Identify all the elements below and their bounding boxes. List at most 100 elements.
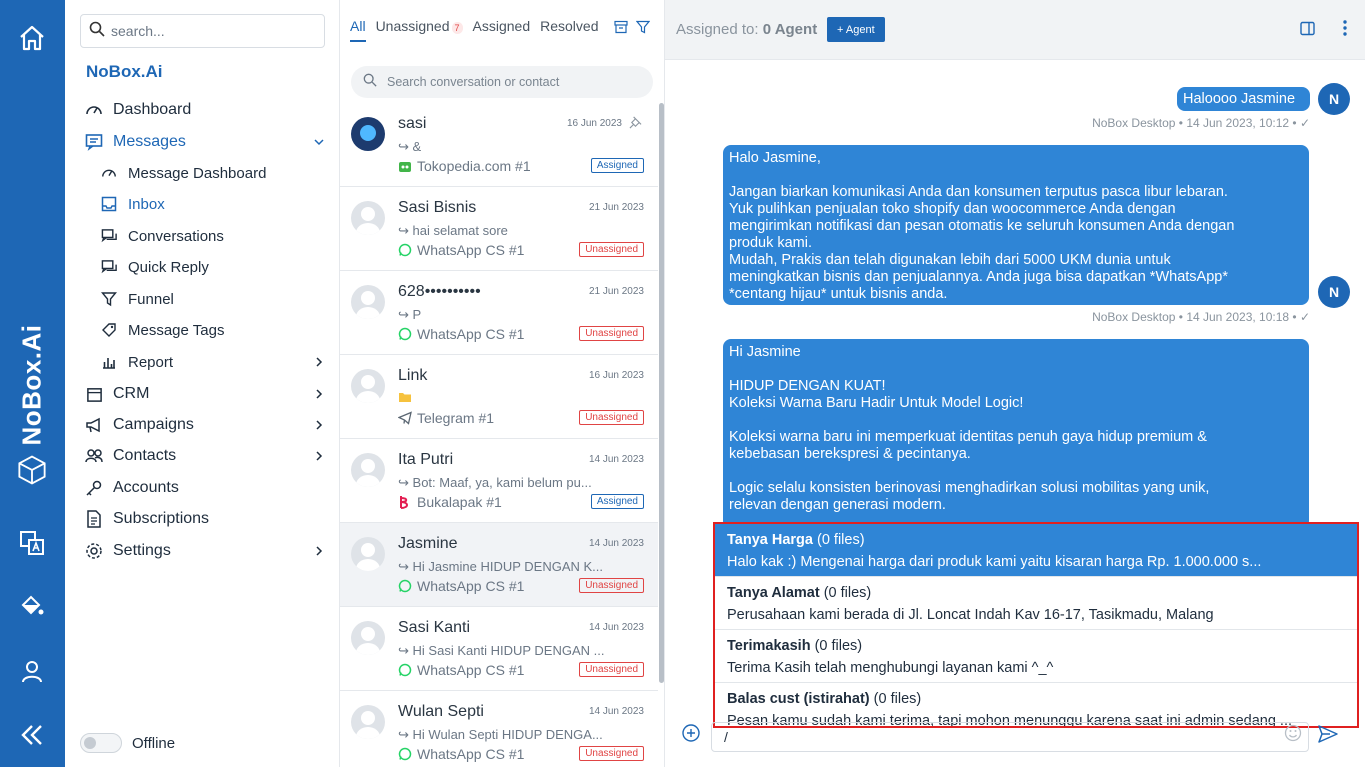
tokopedia-icon [398,159,412,173]
nav-quick-reply[interactable]: Quick Reply [100,255,209,279]
conversation-search[interactable] [351,66,653,98]
conversation-scrollbar[interactable] [659,103,664,683]
collapse-icon[interactable] [16,719,48,751]
bar-chart-icon [100,353,118,371]
folder-icon [398,391,412,406]
archive-icon[interactable] [614,20,628,34]
reply-icon: ↪ [398,559,409,574]
tab-assigned[interactable]: Assigned [473,18,531,34]
nav-funnel[interactable]: Funnel [100,287,174,311]
chevron-right-icon [316,420,323,430]
quick-reply-option[interactable]: Tanya Alamat (0 files) Perusahaan kami b… [715,577,1357,630]
nav-subscriptions[interactable]: Subscriptions [85,507,209,531]
quick-reply-popup: Tanya Harga (0 files) Halo kak :) Mengen… [713,522,1359,728]
channel-label: WhatsApp CS #1 [417,326,525,342]
active-tab-indicator [350,40,366,42]
conversation-item[interactable]: Sasi Kanti 14 Jun 2023 ↪ Hi Sasi Kanti H… [340,607,658,691]
nav-label: Message Dashboard [128,164,267,182]
conversation-date: 14 Jun 2023 [588,454,644,465]
message-bubble: Halo Jasmine, Jangan biarkan komunikasi … [723,145,1309,305]
paint-bucket-icon[interactable] [16,590,48,622]
chevron-right-icon [316,389,323,399]
chat-bubbles-icon [100,227,118,245]
channel-label: WhatsApp CS #1 [417,578,525,594]
conversation-panel: All Unassigned7 Assigned Resolved sasi 1… [340,0,665,767]
sidebar-search-input[interactable] [111,23,311,39]
preview-text: Hi Jasmine HIDUP DENGAN K... [412,559,603,574]
nav-inbox[interactable]: Inbox [100,192,165,216]
home-icon[interactable] [16,22,48,54]
conversation-date: 21 Jun 2023 [588,286,644,297]
conversation-date: 14 Jun 2023 [588,706,644,717]
conversation-search-input[interactable] [387,75,637,89]
sidebar: NoBox.Ai Dashboard Messages Message Dash… [65,0,340,767]
message-preview: ↪ & [398,139,608,155]
nav-label: Inbox [128,195,165,213]
nav-dashboard[interactable]: Dashboard [85,98,191,122]
users-icon [85,447,103,465]
conversation-item[interactable]: Sasi Bisnis 21 Jun 2023 ↪ hai selamat so… [340,187,658,271]
conversation-item[interactable]: sasi 16 Jun 2023 ↪ & Tokopedia.com #1 As… [340,103,658,187]
status-badge: Assigned [590,494,644,509]
channel: WhatsApp CS #1 [398,662,524,678]
preview-text: P [412,307,422,322]
nav-message-tags[interactable]: Message Tags [100,318,224,342]
online-toggle[interactable] [80,733,122,753]
tab-unassigned[interactable]: Unassigned 7 [376,18,463,34]
conversation-item[interactable]: Jasmine 14 Jun 2023 ↪ Hi Jasmine HIDUP D… [340,523,658,607]
filter-icon[interactable] [635,20,651,34]
conversation-list: sasi 16 Jun 2023 ↪ & Tokopedia.com #1 As… [340,103,658,767]
pin-icon[interactable] [629,116,642,134]
conversation-tabs: All Unassigned 7 Assigned Resolved [350,18,608,34]
telegram-icon [398,411,412,425]
conversation-item[interactable]: 628•••••••••• 21 Jun 2023 ↪ P WhatsApp C… [340,271,658,355]
preview-text: Bot: Maaf, ya, kami belum pu... [412,475,592,490]
translate-icon[interactable] [16,527,48,559]
nav-report[interactable]: Report [100,350,325,374]
nav-campaigns[interactable]: Campaigns [85,413,325,437]
quick-reply-icon [100,258,118,276]
message-input[interactable]: / [711,722,1309,752]
conversation-item[interactable]: Wulan Septi 14 Jun 2023 ↪ Hi Wulan Septi… [340,691,658,767]
reply-icon: ↪ [398,475,409,490]
nav-crm[interactable]: CRM [85,382,325,406]
avatar [351,705,385,739]
tab-resolved[interactable]: Resolved [540,18,598,34]
briefcase-icon [85,385,103,403]
conversation-item[interactable]: Ita Putri 14 Jun 2023 ↪ Bot: Maaf, ya, k… [340,439,658,523]
add-attachment-icon[interactable] [681,723,701,743]
nav-accounts[interactable]: Accounts [85,476,179,500]
inbox-icon [100,195,118,213]
emoji-icon[interactable] [1284,724,1302,742]
tab-all[interactable]: All [350,18,366,34]
contact-name: sasi [398,115,427,132]
nav-settings[interactable]: Settings [85,539,325,563]
add-agent-button[interactable]: + Agent [827,17,885,42]
brand-vertical: NoBox.Ai [14,320,50,450]
message-preview: ↪ P [398,307,608,323]
send-icon[interactable] [1318,725,1338,743]
nav-contacts[interactable]: Contacts [85,444,325,468]
conversation-item[interactable]: Link 16 Jun 2023 Telegram #1 Unassigned [340,355,658,439]
contact-name: Wulan Septi [398,703,484,720]
assigned-label: Assigned to: [676,21,759,38]
tab-label: All [350,18,366,34]
avatar [351,117,385,151]
user-icon[interactable] [16,655,48,687]
more-options-icon[interactable] [1337,20,1353,36]
quick-reply-option[interactable]: Tanya Harga (0 files) Halo kak :) Mengen… [715,524,1357,577]
nav-conversations[interactable]: Conversations [100,224,224,248]
message-bubble: Hi Jasmine HIDUP DENGAN KUAT! Koleksi Wa… [723,339,1309,529]
message-preview: ↪ Hi Wulan Septi HIDUP DENGA... [398,727,608,743]
nav-messages[interactable]: Messages [85,130,325,154]
conversation-date: 21 Jun 2023 [588,202,644,213]
message-meta: NoBox Desktop • 14 Jun 2023, 10:12 • ✓ [1092,116,1310,130]
whatsapp-icon [398,747,412,761]
panel-toggle-icon[interactable] [1299,20,1315,36]
reply-icon: ↪ [398,223,409,238]
quick-reply-option[interactable]: Terimakasih (0 files) Terima Kasih telah… [715,630,1357,683]
sidebar-search[interactable] [80,14,325,48]
app-rail: NoBox.Ai [0,0,65,767]
reply-icon: ↪ [398,139,409,154]
nav-message-dashboard[interactable]: Message Dashboard [100,161,266,185]
